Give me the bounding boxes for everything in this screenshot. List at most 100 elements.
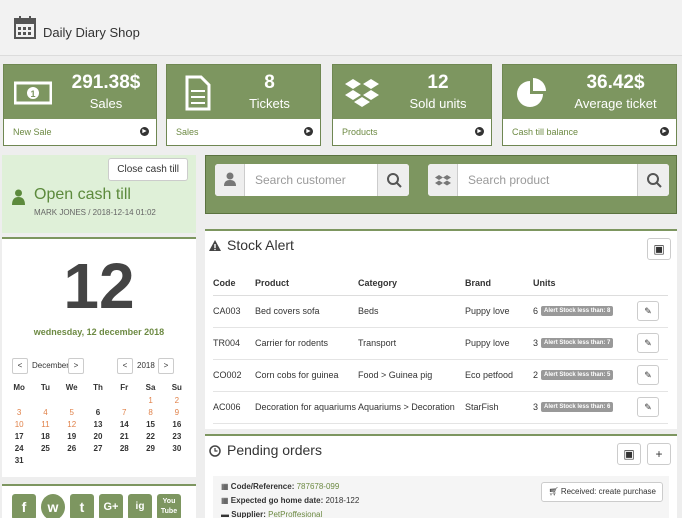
close-cash-till-button[interactable]: Close cash till (108, 158, 188, 181)
calendar-day[interactable]: 12 (59, 418, 85, 430)
stat-label: Tickets (249, 96, 290, 111)
calendar-day[interactable]: 19 (59, 430, 85, 442)
search-product-input[interactable]: Search product (468, 173, 549, 187)
cell-code: CO002 (213, 359, 255, 392)
order-code-value[interactable]: 787678-099 (297, 482, 340, 491)
received-button-label: Received: create purchase (560, 487, 656, 496)
table-row: TR004 Carrier for rodents Transport Puppy l… (213, 327, 668, 360)
calendar-day[interactable]: 26 (59, 442, 85, 454)
cell-brand: Puppy love (465, 327, 533, 360)
calendar-day[interactable]: 2 (164, 394, 190, 406)
stat-value: 12 (427, 72, 449, 93)
units-value: 3 (533, 337, 539, 348)
facebook-icon[interactable]: f (12, 494, 36, 518)
sales-link[interactable]: Sales ► (167, 119, 320, 146)
calendar-day[interactable]: 27 (85, 442, 111, 454)
edit-icon[interactable]: ✎ (637, 397, 659, 417)
calendar-day[interactable]: 15 (137, 418, 163, 430)
cell-product: Carrier for rodents (255, 327, 358, 360)
calendar-day[interactable]: 11 (32, 418, 58, 430)
calendar-day[interactable]: 6 (85, 406, 111, 418)
export-button[interactable]: ▣ (647, 238, 671, 260)
prev-month-button[interactable]: < (12, 358, 28, 374)
prev-year-button[interactable]: < (117, 358, 133, 374)
top-bar: Daily Diary Shop (0, 0, 682, 56)
calendar-day (85, 394, 111, 406)
barcode-icon: ▦ (221, 482, 229, 491)
calendar-day[interactable]: 3 (6, 406, 32, 418)
calendar-day[interactable]: 10 (6, 418, 32, 430)
export-button[interactable]: ▣ (617, 443, 641, 465)
pie-chart-icon (517, 78, 546, 107)
table-row: CO002 Corn cobs for guinea Food > Guinea p… (213, 359, 668, 392)
stock-alert-panel: Stock Alert ▣ Code Product Category Bran… (205, 229, 677, 429)
stat-value: 291.38$ (71, 72, 141, 93)
new-sale-link[interactable]: New Sale ► (4, 119, 156, 146)
product-search-group: Search product (428, 164, 669, 196)
cell-category: Aquariums > Decoration (358, 391, 465, 424)
search-bar: Search customer Search product (205, 155, 677, 214)
calendar-icon: ▦ (221, 496, 229, 505)
next-year-button[interactable]: > (158, 358, 174, 374)
google-plus-icon[interactable]: G+ (99, 494, 123, 518)
calendar-day[interactable]: 21 (111, 430, 137, 442)
calendar-day (111, 454, 137, 466)
cell-brand: Puppy love (465, 295, 533, 328)
add-order-button[interactable]: + (647, 443, 671, 465)
social-links: f w t G+ ig You Tube (2, 484, 196, 518)
calendar-day[interactable]: 14 (111, 418, 137, 430)
next-month-button[interactable]: > (68, 358, 84, 374)
search-customer-input[interactable]: Search customer (255, 173, 346, 187)
calendar-day[interactable]: 13 (85, 418, 111, 430)
calendar-day[interactable]: 17 (6, 430, 32, 442)
calendar-day[interactable]: 7 (111, 406, 137, 418)
units-value: 3 (533, 401, 539, 412)
calendar-day[interactable]: 4 (32, 406, 58, 418)
order-date-label: Expected go home date: (230, 496, 324, 505)
calendar-day[interactable]: 31 (6, 454, 32, 466)
cash-till-balance-link[interactable]: Cash till balance ► (503, 119, 676, 146)
weekday-header: Tu (40, 382, 51, 392)
edit-icon[interactable]: ✎ (637, 333, 659, 353)
calendar-day[interactable]: 1 (137, 394, 163, 406)
arrow-right-icon: ► (304, 127, 313, 136)
calendar-day[interactable]: 24 (6, 442, 32, 454)
stat-link-label: New Sale (13, 127, 52, 137)
calendar-day[interactable]: 18 (32, 430, 58, 442)
cell-product: Bed covers sofa (255, 295, 358, 328)
cell-brand: Eco petfood (465, 359, 533, 392)
calendar-day[interactable]: 23 (164, 430, 190, 442)
instagram-icon[interactable]: ig (128, 494, 152, 518)
stat-link-label: Sales (176, 127, 199, 137)
arrow-right-icon: ► (660, 127, 669, 136)
calendar-day[interactable]: 22 (137, 430, 163, 442)
customer-search-group: Search customer (215, 164, 409, 196)
column-header: Product (255, 271, 358, 296)
calendar-day[interactable]: 29 (137, 442, 163, 454)
products-link[interactable]: Products ► (333, 119, 491, 146)
calendar-day[interactable]: 8 (137, 406, 163, 418)
edit-icon[interactable]: ✎ (637, 301, 659, 321)
calendar-day[interactable]: 5 (59, 406, 85, 418)
pending-orders-title: Pending orders (227, 442, 322, 458)
search-product-button[interactable] (637, 164, 669, 196)
calendar-day (6, 394, 32, 406)
search-customer-button[interactable] (377, 164, 409, 196)
calendar-day[interactable]: 20 (85, 430, 111, 442)
calendar-day[interactable]: 9 (164, 406, 190, 418)
received-create-purchase-button[interactable]: 🛒︎ Received: create purchase (541, 482, 663, 502)
calendar-day[interactable]: 16 (164, 418, 190, 430)
cash-till-subtitle: MARK JONES / 2018-12-14 01:02 (34, 208, 156, 217)
dropbox-icon (428, 164, 458, 196)
order-supplier-value[interactable]: PetProffesional (268, 510, 322, 518)
pending-order-item: ▦ Code/Reference: 787678-099 ▦ Expected … (213, 476, 669, 518)
edit-icon[interactable]: ✎ (637, 365, 659, 385)
cell-product: Corn cobs for guinea (255, 359, 358, 392)
youtube-icon[interactable]: You Tube (157, 494, 181, 518)
calendar-day[interactable]: 30 (164, 442, 190, 454)
calendar-day[interactable]: 28 (111, 442, 137, 454)
whatsapp-icon[interactable]: w (41, 494, 65, 518)
calendar-day[interactable]: 25 (32, 442, 58, 454)
calendar-day (59, 454, 85, 466)
twitter-icon[interactable]: t (70, 494, 94, 518)
